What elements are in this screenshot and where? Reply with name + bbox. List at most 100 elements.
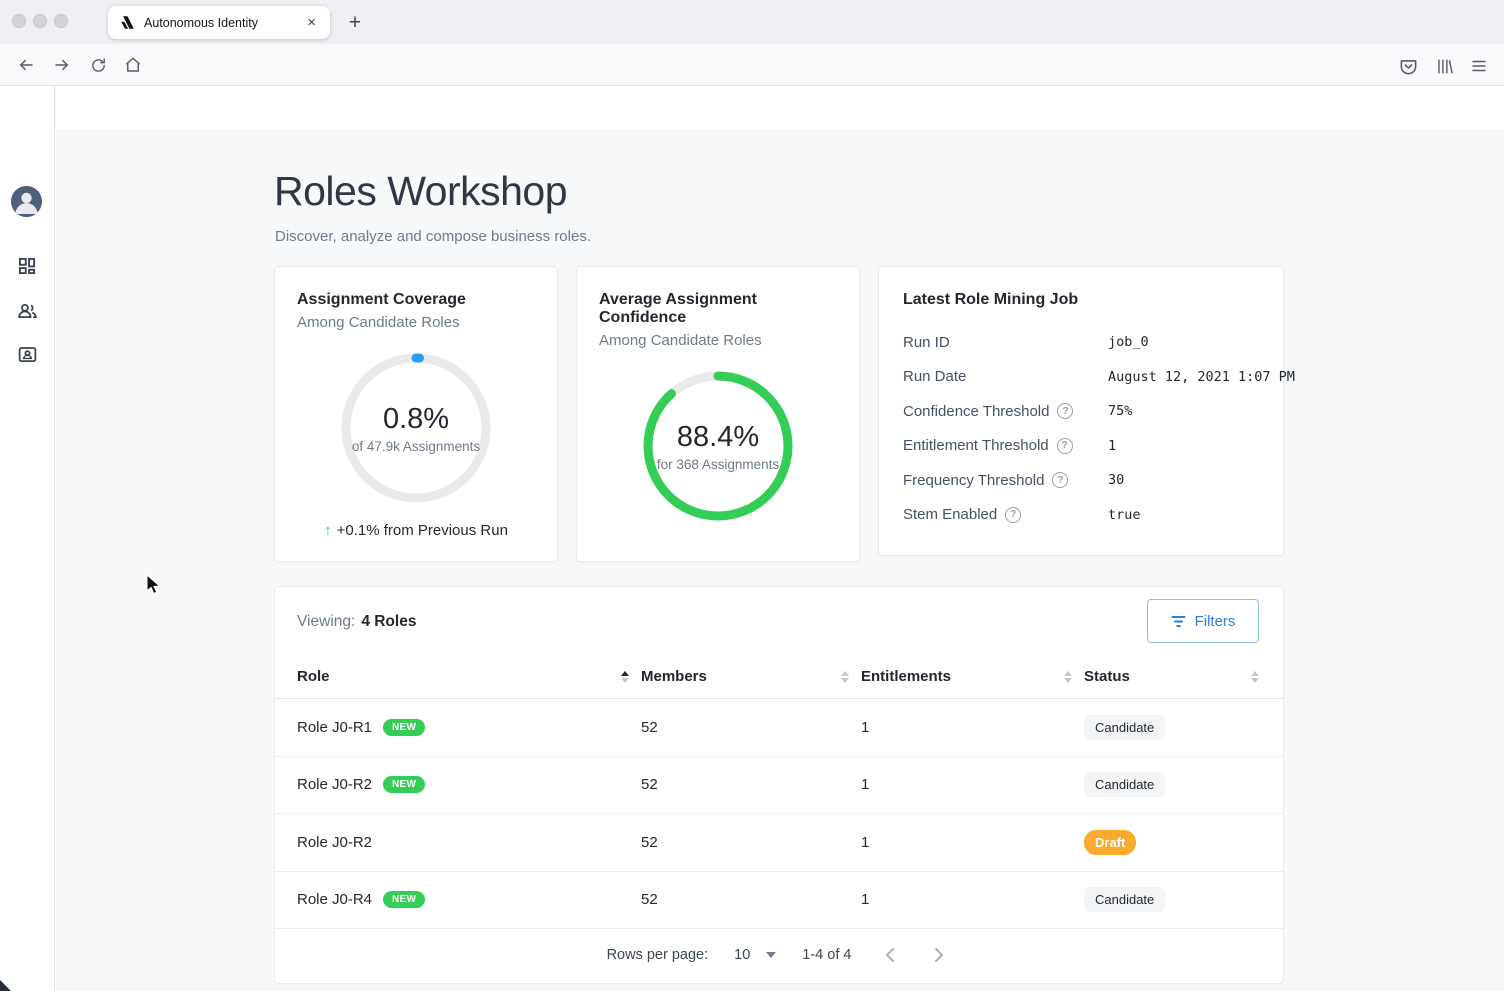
- reload-icon[interactable]: [86, 53, 110, 77]
- app-top-bar: [56, 86, 1504, 129]
- sidebar-item-roles[interactable]: [16, 343, 38, 365]
- status-badge: Candidate: [1084, 715, 1165, 740]
- column-header-entitlements[interactable]: Entitlements: [861, 668, 1084, 685]
- assignment-confidence-card: Average Assignment Confidence Among Cand…: [576, 266, 860, 562]
- mining-job-value: job_0: [1108, 334, 1149, 350]
- next-page-icon[interactable]: [927, 943, 951, 967]
- filters-button[interactable]: Filters: [1147, 599, 1259, 643]
- status-badge: Candidate: [1084, 772, 1165, 797]
- mining-job-value: 75%: [1108, 403, 1132, 419]
- coverage-card-title: Assignment Coverage: [297, 291, 535, 309]
- mining-job-label: Stem Enabled: [903, 506, 997, 523]
- rows-per-page-select[interactable]: 10: [734, 947, 776, 963]
- sort-icon[interactable]: [841, 671, 849, 683]
- sidebar-item-identities[interactable]: [16, 299, 38, 321]
- pocket-icon[interactable]: [1395, 53, 1421, 79]
- mining-job-details: Run IDjob_0Run DateAugust 12, 2021 1:07 …: [903, 325, 1259, 532]
- confidence-card-title: Average Assignment Confidence: [599, 291, 837, 327]
- table-row[interactable]: Role J0-R2 NEW 521Candidate: [275, 757, 1283, 815]
- table-row[interactable]: Role J0-R2521Draft: [275, 814, 1283, 872]
- members-count: 52: [641, 719, 861, 736]
- confidence-donut-chart: 88.4% for 368 Assignments: [643, 371, 793, 521]
- role-name[interactable]: Role J0-R4: [297, 891, 372, 908]
- corner-cursor-artifact: [0, 980, 11, 991]
- column-header-label: Members: [641, 668, 707, 685]
- browser-toolbar: https://autoid-ui.forgerock.com/roles/wo…: [0, 44, 1504, 86]
- forward-icon[interactable]: [50, 53, 74, 77]
- table-body: Role J0-R1NEW521CandidateRole J0-R2NEW52…: [275, 699, 1283, 929]
- table-toolbar: Viewing:4 Roles Filters: [275, 587, 1283, 655]
- role-name[interactable]: Role J0-R2: [297, 776, 372, 793]
- user-avatar[interactable]: [11, 186, 42, 217]
- status-badge: Candidate: [1084, 887, 1165, 912]
- help-icon[interactable]: ?: [1052, 472, 1068, 488]
- window-close-button[interactable]: [12, 14, 26, 28]
- coverage-value: 0.8%: [383, 403, 449, 436]
- new-badge: NEW: [383, 891, 425, 908]
- table-pagination: Rows per page: 10 1-4 of 4: [275, 927, 1283, 983]
- library-icon[interactable]: [1431, 53, 1457, 79]
- roles-table-card: Viewing:4 Roles Filters RoleMembers Entit…: [274, 586, 1284, 984]
- viewing-count: Viewing:4 Roles: [297, 613, 416, 631]
- mining-job-label: Run ID: [903, 334, 950, 351]
- sort-icon[interactable]: [1251, 671, 1259, 683]
- help-icon[interactable]: ?: [1005, 507, 1021, 523]
- page-title: Roles Workshop: [274, 168, 567, 215]
- back-icon[interactable]: [14, 53, 38, 77]
- column-header-members[interactable]: Members: [641, 668, 861, 685]
- role-name[interactable]: Role J0-R2: [297, 834, 372, 851]
- chevron-down-icon: [766, 952, 776, 958]
- mining-job-row: Run ID job_0: [903, 325, 1259, 360]
- confidence-caption: for 368 Assignments: [657, 457, 779, 472]
- browser-tab[interactable]: Autonomous Identity ×: [108, 6, 330, 39]
- new-badge: NEW: [383, 719, 425, 736]
- app-sidebar: [0, 86, 55, 991]
- members-count: 52: [641, 776, 861, 793]
- role-name[interactable]: Role J0-R1: [297, 719, 372, 736]
- new-badge: NEW: [383, 776, 425, 793]
- coverage-caption: of 47.9k Assignments: [352, 439, 480, 454]
- entitlements-count: 1: [861, 834, 1084, 851]
- assignment-coverage-card: Assignment Coverage Among Candidate Role…: [274, 266, 558, 562]
- table-header-row: RoleMembers Entitlements Status: [275, 655, 1283, 699]
- help-icon[interactable]: ?: [1057, 403, 1073, 419]
- home-icon[interactable]: [121, 53, 145, 77]
- table-row[interactable]: Role J0-R4NEW521Candidate: [275, 872, 1283, 930]
- sort-icon[interactable]: [1064, 671, 1072, 683]
- browser-window: Autonomous Identity × + https://autoid-u…: [0, 0, 1504, 991]
- previous-page-icon[interactable]: [877, 943, 901, 967]
- mining-job-value: 30: [1108, 472, 1124, 488]
- window-minimize-button[interactable]: [33, 14, 47, 28]
- sort-icon[interactable]: [621, 671, 629, 683]
- column-header-status[interactable]: Status: [1084, 668, 1271, 685]
- column-header-label: Status: [1084, 668, 1130, 685]
- browser-tab-bar: Autonomous Identity × +: [0, 0, 1504, 44]
- mining-job-value: true: [1108, 507, 1141, 523]
- mining-job-row: Frequency Threshold? 30: [903, 463, 1259, 498]
- mining-job-label: Run Date: [903, 368, 966, 385]
- tab-close-icon[interactable]: ×: [303, 13, 320, 32]
- sidebar-item-dashboard[interactable]: [16, 255, 38, 277]
- page-subtitle: Discover, analyze and compose business r…: [275, 228, 591, 245]
- delta-up-arrow-icon: ↑: [324, 522, 332, 539]
- rows-per-page-label: Rows per page:: [607, 947, 709, 963]
- table-row[interactable]: Role J0-R1 NEW 521Candidate: [275, 699, 1283, 757]
- entitlements-count: 1: [861, 719, 1084, 736]
- status-badge: Draft: [1084, 830, 1136, 855]
- help-icon[interactable]: ?: [1057, 438, 1073, 454]
- new-tab-button[interactable]: +: [342, 10, 368, 36]
- menu-hamburger-icon[interactable]: [1466, 53, 1492, 79]
- mouse-cursor: [146, 574, 164, 596]
- column-header-role[interactable]: Role: [297, 668, 641, 685]
- column-header-label: Entitlements: [861, 668, 951, 685]
- members-count: 52: [641, 891, 861, 908]
- mining-job-label: Confidence Threshold: [903, 403, 1049, 420]
- mining-job-label: Frequency Threshold: [903, 472, 1044, 489]
- entitlements-count: 1: [861, 776, 1084, 793]
- mining-job-row: Entitlement Threshold?1: [903, 429, 1259, 464]
- tab-title: Autonomous Identity: [144, 16, 303, 30]
- forgerock-favicon-icon: [120, 15, 135, 30]
- window-zoom-button[interactable]: [54, 14, 68, 28]
- pagination-range: 1-4 of 4: [802, 947, 851, 963]
- mining-job-value: August 12, 2021 1:07 PM: [1108, 369, 1295, 385]
